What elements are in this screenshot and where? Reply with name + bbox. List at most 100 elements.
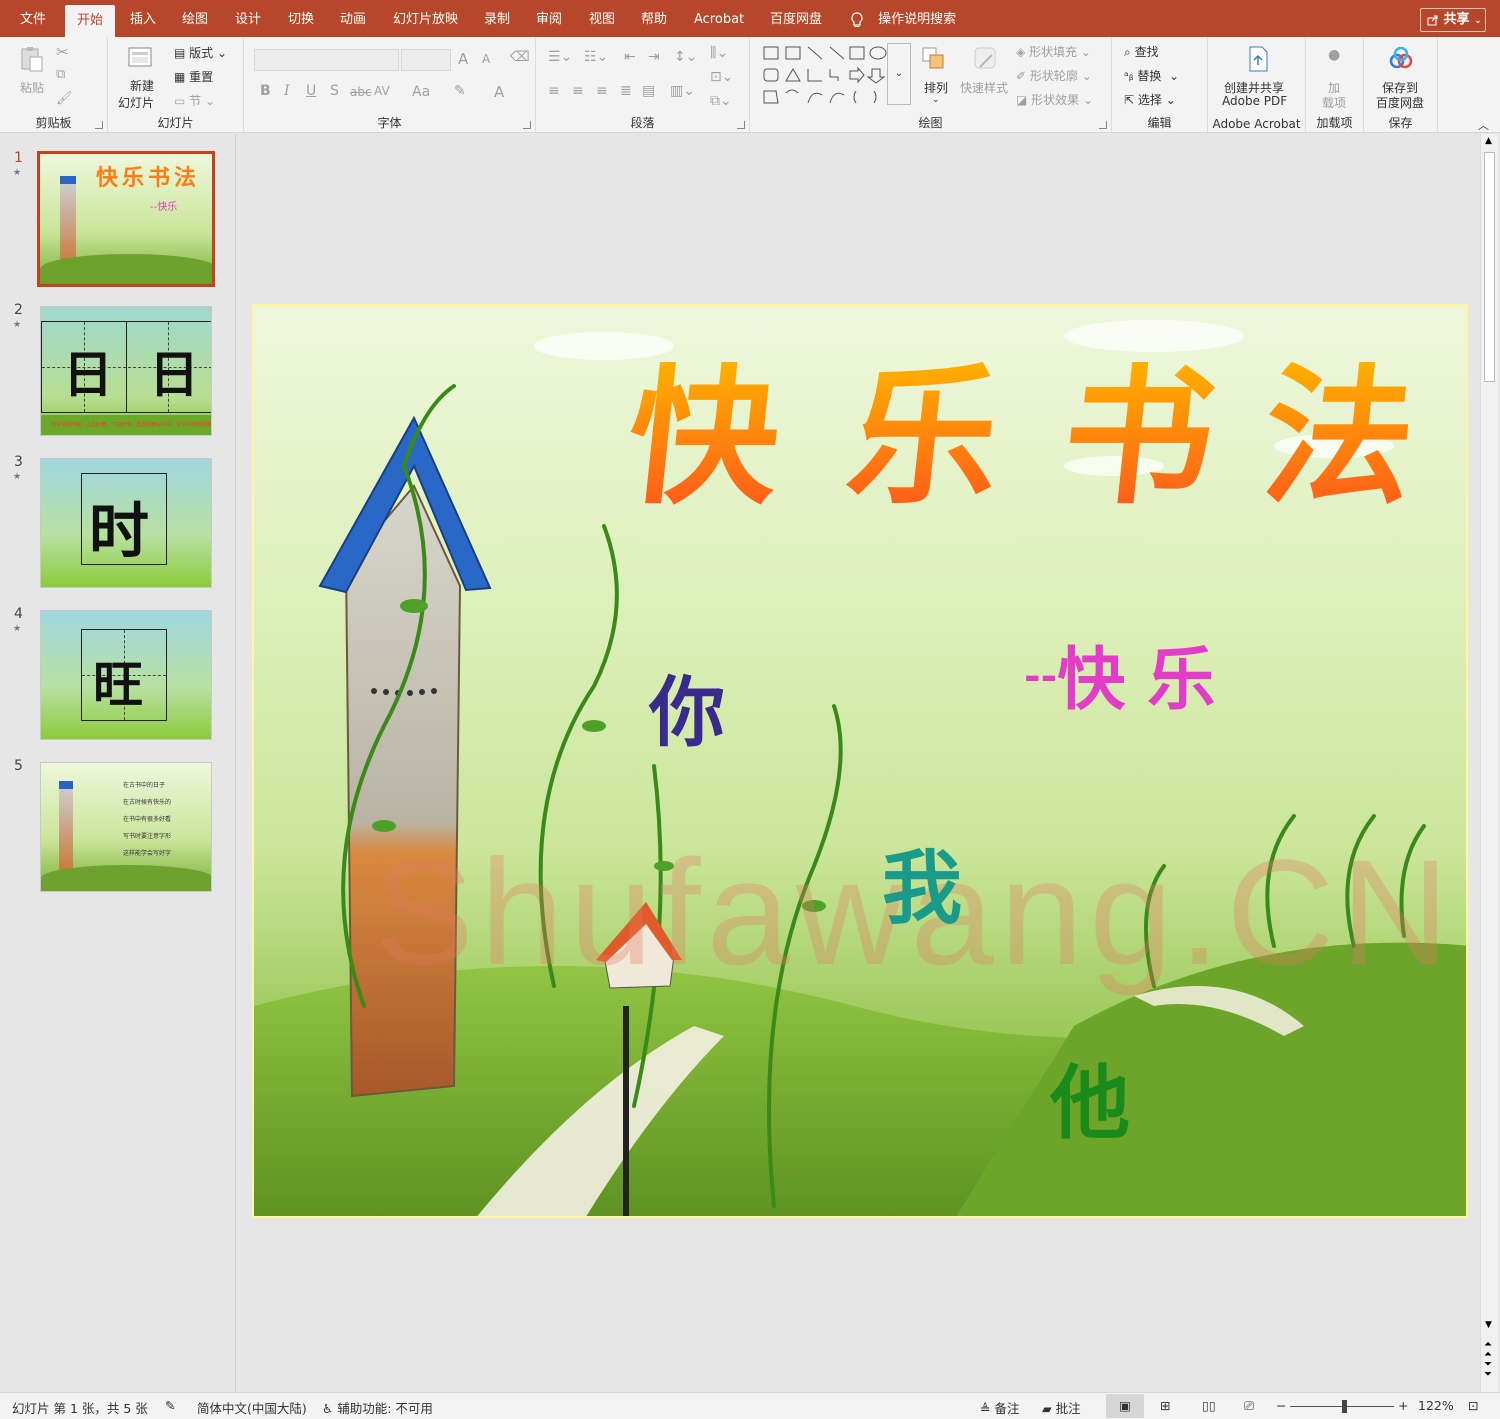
title-char[interactable]: 乐 [840, 349, 1009, 525]
scroll-up-icon[interactable]: ▲ [1485, 136, 1492, 146]
italic-button[interactable]: I [284, 83, 290, 99]
prev-slide-icon[interactable]: ⏶ ⏶ [1484, 1340, 1492, 1360]
tab-acrobat[interactable]: Acrobat [694, 0, 744, 37]
shapes-scroll[interactable]: ⌄ [887, 43, 911, 105]
font-size-select[interactable] [401, 49, 451, 71]
change-case-button[interactable]: Aa [412, 84, 430, 100]
reading-view-icon[interactable]: ▯▯ [1202, 1398, 1216, 1413]
copy-icon[interactable]: ⧉ [56, 67, 65, 82]
replace-button[interactable]: ᵃᵦ 替换 ⌄ [1124, 67, 1179, 84]
slideshow-icon[interactable]: ⎚ [1244, 1398, 1254, 1414]
dialog-launcher-icon[interactable] [95, 121, 103, 129]
tab-help[interactable]: 帮助 [641, 0, 667, 37]
char-spacing-button[interactable]: AV [374, 84, 390, 98]
char-ni[interactable]: 你 [649, 651, 725, 761]
subtitle[interactable]: --快乐 [1024, 624, 1215, 723]
clear-format-icon[interactable]: ⌫ [510, 49, 530, 65]
tab-animations[interactable]: 动画 [340, 0, 366, 37]
title-char[interactable]: 法 [1255, 349, 1424, 525]
language-status[interactable]: 简体中文(中国大陆) [197, 1398, 307, 1417]
tab-transitions[interactable]: 切换 [288, 0, 314, 37]
thumbnail-slide-4[interactable]: 旺 [40, 610, 212, 740]
shape-outline-button[interactable]: ✐ 形状轮廓 ⌄ [1016, 67, 1092, 84]
vertical-scrollbar[interactable]: ▲ ▼ ⏶ ⏶ ⏷ ⏷ [1480, 134, 1498, 1392]
collapse-ribbon-icon[interactable]: ︿ [1478, 117, 1489, 133]
title-char[interactable]: 快 [620, 349, 789, 525]
tab-review[interactable]: 审阅 [536, 0, 562, 37]
tab-draw[interactable]: 绘图 [182, 0, 208, 37]
next-slide-icon[interactable]: ⏷ ⏷ [1484, 1360, 1492, 1380]
tab-record[interactable]: 录制 [484, 0, 510, 37]
dialog-launcher-icon[interactable] [1099, 121, 1107, 129]
layout-button[interactable]: ▤ 版式 ⌄ [174, 44, 227, 61]
thumbnail-slide-2[interactable]: 日 日 日字写的时候：上边的宽，下边的窄，里边的横在中间，写日字的时候要注意。 [40, 306, 212, 436]
decrease-indent-icon[interactable]: ⇤ [624, 49, 636, 65]
accessibility-status[interactable]: ♿ 辅助功能: 不可用 [322, 1398, 433, 1417]
shape-fill-button[interactable]: ◈ 形状填充 ⌄ [1016, 43, 1091, 60]
arrange-icon[interactable] [920, 45, 948, 73]
tab-insert[interactable]: 插入 [130, 0, 156, 37]
new-slide-icon[interactable] [126, 43, 154, 71]
shrink-font-button[interactable]: A [482, 52, 490, 66]
align-center-icon[interactable]: ≡ [572, 83, 584, 99]
highlight-icon[interactable]: ✎ [454, 83, 466, 99]
cut-icon[interactable]: ✂ [56, 43, 69, 61]
comments-button[interactable]: ▰ 批注 [1042, 1398, 1081, 1417]
scroll-down-icon[interactable]: ▼ [1485, 1320, 1492, 1330]
align-text-icon[interactable]: ⊡⌄ [710, 69, 733, 85]
thumbnail-slide-1[interactable]: 快乐书法 --快乐 [37, 151, 215, 287]
title-char[interactable]: 书 [1055, 349, 1224, 525]
char-ta[interactable]: 他 [1050, 1039, 1130, 1155]
quick-styles-icon[interactable] [972, 45, 1000, 73]
tab-design[interactable]: 设计 [235, 0, 261, 37]
align-left-icon[interactable]: ≡ [548, 83, 560, 99]
smartart-icon[interactable]: ⧉⌄ [710, 93, 732, 109]
new-slide-line2[interactable]: 幻灯片 [118, 94, 154, 111]
tell-me-search[interactable]: 操作说明搜索 [850, 0, 956, 37]
numbering-icon[interactable]: ☷⌄ [584, 49, 608, 65]
section-button[interactable]: ▭ 节 ⌄ [174, 92, 215, 109]
select-button[interactable]: ⇱ 选择 ⌄ [1124, 91, 1176, 108]
align-right-icon[interactable]: ≡ [596, 83, 608, 99]
baidu-cloud-icon[interactable] [1387, 45, 1415, 73]
slide-sorter-icon[interactable]: ⊞ [1160, 1398, 1170, 1413]
tab-baidu[interactable]: 百度网盘 [770, 0, 822, 37]
line-spacing-icon[interactable]: ↕⌄ [674, 49, 697, 65]
bullets-icon[interactable]: ☰⌄ [548, 49, 572, 65]
zoom-out-icon[interactable]: − [1276, 1398, 1286, 1413]
paste-icon[interactable] [18, 45, 46, 73]
find-button[interactable]: ⌕ 查找 [1124, 43, 1159, 60]
shape-effects-button[interactable]: ◪ 形状效果 ⌄ [1016, 91, 1093, 108]
tab-view[interactable]: 视图 [589, 0, 615, 37]
tab-slideshow[interactable]: 幻灯片放映 [393, 0, 458, 37]
fit-to-window-icon[interactable]: ⊡ [1468, 1398, 1478, 1413]
underline-button[interactable]: U [306, 83, 316, 99]
notes-button[interactable]: ≜ 备注 [980, 1398, 1019, 1417]
save-baidu-line2[interactable]: 百度网盘 [1376, 94, 1424, 111]
grow-font-button[interactable]: A [458, 50, 468, 68]
font-color-icon[interactable]: A [494, 83, 504, 101]
create-pdf-icon[interactable] [1244, 45, 1272, 73]
spellcheck-icon[interactable]: ✎ [165, 1398, 175, 1413]
columns-icon[interactable]: ▥⌄ [670, 83, 695, 99]
format-painter-icon[interactable]: 🖌 [56, 91, 73, 106]
tab-file[interactable]: 文件 [20, 0, 46, 37]
share-button[interactable]: 共享 ⌄ [1420, 8, 1486, 32]
addins-icon[interactable]: ● [1328, 47, 1340, 63]
bold-button[interactable]: B [260, 83, 271, 99]
normal-view-icon[interactable]: ▣ [1106, 1394, 1144, 1418]
slide-canvas[interactable]: Shufawang.CN 快 乐 书 法 --快乐 你 我 他 [252, 304, 1468, 1218]
justify-icon[interactable]: ≣ [620, 83, 632, 99]
dialog-launcher-icon[interactable] [523, 121, 531, 129]
text-direction-icon[interactable]: ⫼⌄ [710, 45, 728, 61]
increase-indent-icon[interactable]: ⇥ [648, 49, 660, 65]
thumbnail-slide-5[interactable]: 在古书中的日子 在古时候有快乐的 在书中有很多好看 写书时要注意字形 这样能学会… [40, 762, 212, 892]
distributed-icon[interactable]: ▤ [642, 83, 655, 99]
zoom-slider[interactable] [1290, 1400, 1394, 1413]
char-wo[interactable]: 我 [882, 824, 962, 940]
zoom-slider-thumb[interactable] [1342, 1400, 1347, 1413]
addins-line2[interactable]: 载项 [1322, 94, 1346, 111]
strikethrough-button[interactable]: abc [350, 85, 372, 99]
shadow-button[interactable]: S [330, 83, 339, 99]
zoom-in-icon[interactable]: + [1398, 1398, 1408, 1413]
